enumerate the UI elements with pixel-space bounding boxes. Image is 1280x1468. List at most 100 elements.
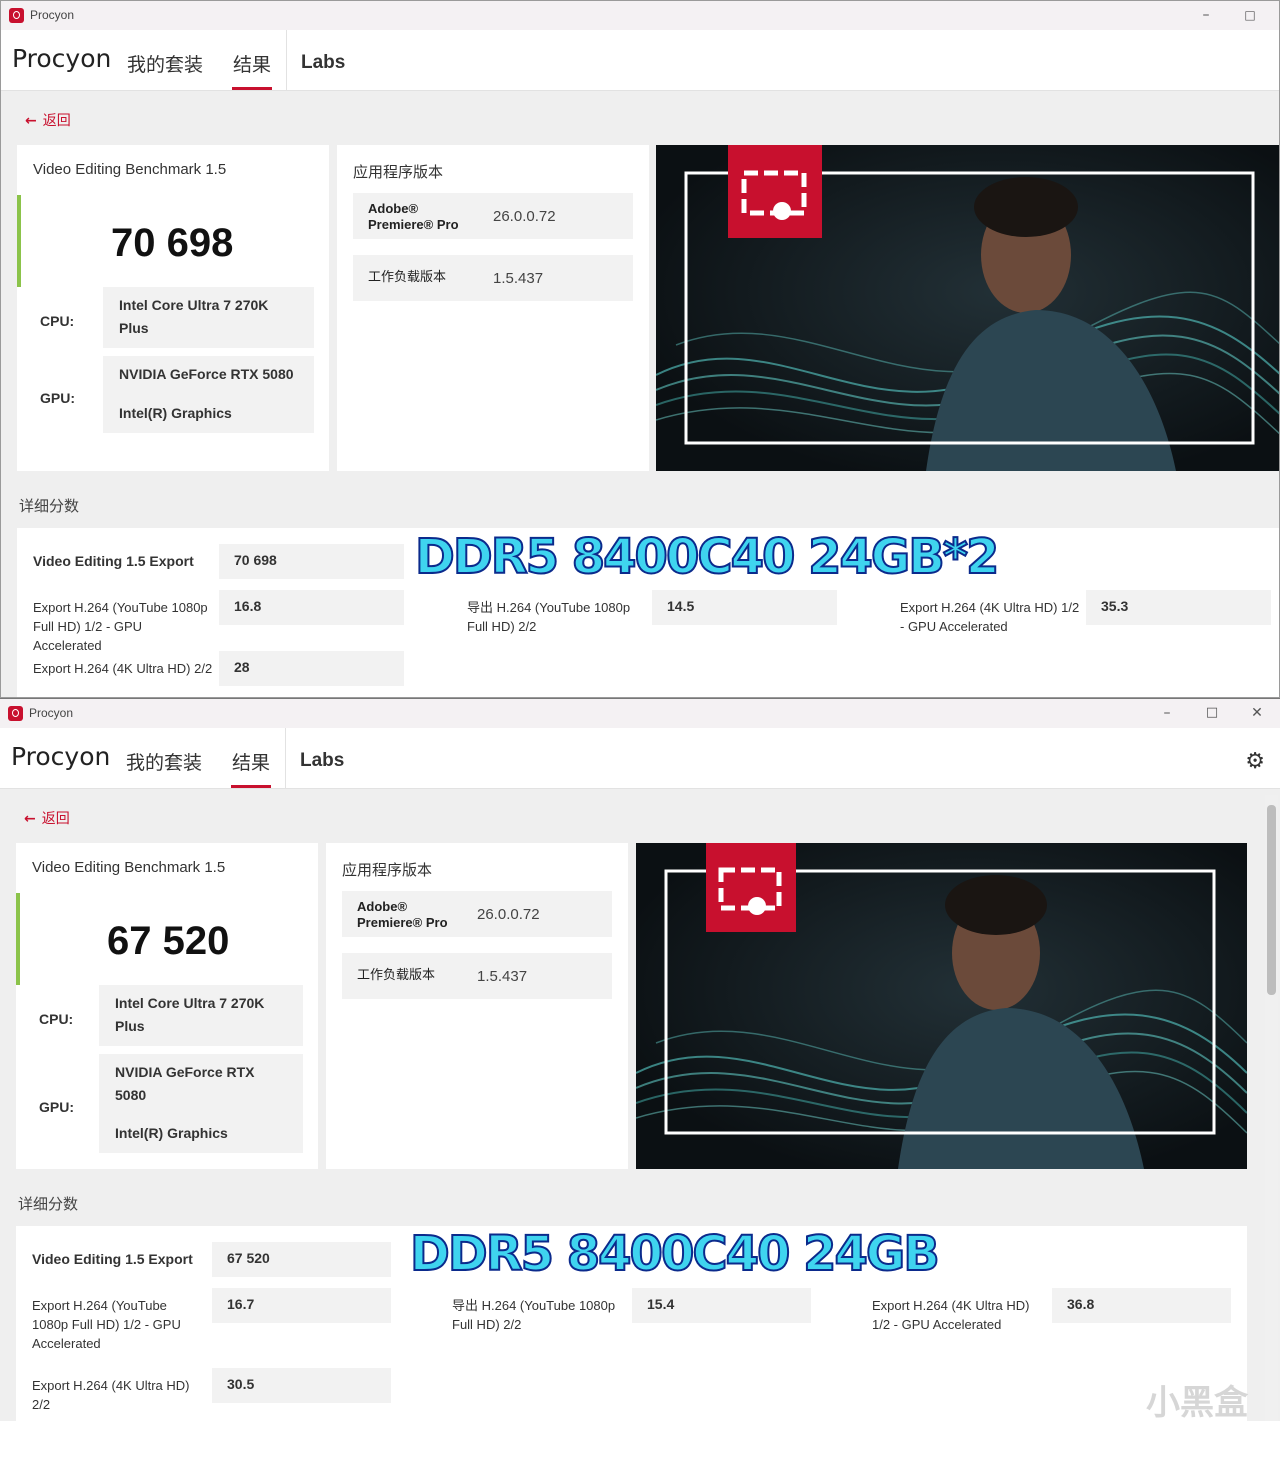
vertical-scrollbar[interactable] <box>1265 795 1278 1421</box>
video-editing-icon <box>706 843 796 932</box>
hero-illustration <box>656 145 1279 471</box>
memory-config-overlay: DDR5 8400C40 24GB*2 <box>414 528 1000 586</box>
scrollbar-thumb[interactable] <box>1267 805 1276 995</box>
app-version-row: Adobe® Premiere® Pro 26.0.0.72 <box>353 193 633 239</box>
procyon-window-2: Procyon – □ ✕ Procyon 我的套装 结果 Labs ⚙ ← 返回… <box>0 698 1280 1421</box>
detail-uhd-gpu-box: 35.3 <box>1086 590 1271 625</box>
detail-yt-gpu-label: Export H.264 (YouTube 1080p Full HD) 1/2… <box>33 600 208 653</box>
detail-yt-gpu-box: 16.7 <box>212 1288 391 1323</box>
workload-label: 工作负载版本 <box>368 270 447 285</box>
site-watermark: 小黑盒 <box>1146 1383 1248 1423</box>
window-title: Procyon <box>29 706 74 720</box>
benchmark-name: Video Editing Benchmark 1.5 <box>33 161 227 178</box>
cpu-name: Intel Core Ultra 7 270K Plus <box>115 995 265 1034</box>
gear-icon[interactable]: ⚙ <box>1245 748 1265 774</box>
app-name-line2: Premiere® Pro <box>357 915 448 930</box>
detail-uhd-22-box: 28 <box>219 651 404 686</box>
cpu-name: Intel Core Ultra 7 270K Plus <box>119 297 269 336</box>
detail-yt-22-label: 导出 H.264 (YouTube 1080p Full HD) 2/2 <box>452 1298 616 1332</box>
hero-image <box>636 843 1247 1169</box>
title-bar: Procyon – □ ✕ <box>0 699 1280 728</box>
tab-results[interactable]: 结果 <box>231 50 273 90</box>
back-link[interactable]: ← 返回 <box>25 110 71 130</box>
app-version-card: 应用程序版本 Adobe® Premiere® Pro 26.0.0.72 工作… <box>326 843 628 1169</box>
detail-uhd-22-value: 28 <box>234 659 250 675</box>
nav-divider <box>285 728 286 789</box>
gpu-name-2: Intel(R) Graphics <box>119 405 232 421</box>
detail-uhd-gpu-label: Export H.264 (4K Ultra HD) 1/2 - GPU Acc… <box>872 1298 1030 1332</box>
detail-yt-22-box: 14.5 <box>652 590 837 625</box>
title-bar: Procyon – □ <box>1 1 1279 30</box>
app-name-line2: Premiere® Pro <box>368 217 459 232</box>
details-title: 详细分数 <box>18 1195 79 1213</box>
back-label: 返回 <box>41 811 70 827</box>
tab-my-suites[interactable]: 我的套装 <box>127 50 203 77</box>
memory-config-overlay: DDR5 8400C40 24GB <box>409 1225 941 1283</box>
back-arrow-icon: ← <box>25 113 37 129</box>
score-card: Video Editing Benchmark 1.5 70 698 CPU: … <box>17 145 329 471</box>
tab-results[interactable]: 结果 <box>230 748 272 788</box>
workload-version-value: 1.5.437 <box>477 968 528 985</box>
app-name-line1: Adobe® <box>368 201 419 216</box>
workload-label: 工作负载版本 <box>357 968 436 983</box>
maximize-icon[interactable]: □ <box>1201 703 1223 723</box>
window-title: Procyon <box>30 8 75 22</box>
app-version-row: Adobe® Premiere® Pro 26.0.0.72 <box>342 891 612 937</box>
app-version-card: 应用程序版本 Adobe® Premiere® Pro 26.0.0.72 工作… <box>337 145 649 471</box>
overall-score: 67 520 <box>107 919 230 963</box>
detail-uhd-22-label: Export H.264 (4K Ultra HD) 2/2 <box>32 1378 190 1412</box>
detail-main-value: 70 698 <box>234 552 277 568</box>
detail-uhd-gpu-value: 36.8 <box>1067 1296 1095 1312</box>
detail-uhd-gpu-box: 36.8 <box>1052 1288 1231 1323</box>
detail-uhd-gpu-value: 35.3 <box>1101 598 1129 614</box>
detail-yt-gpu-label: Export H.264 (YouTube 1080p Full HD) 1/2… <box>32 1298 181 1351</box>
detail-yt-22-label: 导出 H.264 (YouTube 1080p Full HD) 2/2 <box>467 600 631 634</box>
score-card: Video Editing Benchmark 1.5 67 520 CPU: … <box>16 843 318 1169</box>
top-nav: Procyon 我的套装 结果 Labs ⚙ <box>0 728 1280 789</box>
app-version-value: 26.0.0.72 <box>477 906 540 923</box>
gpu-name-2: Intel(R) Graphics <box>115 1125 228 1141</box>
tab-labs[interactable]: Labs <box>301 52 345 74</box>
detail-yt-gpu-value: 16.7 <box>227 1296 255 1312</box>
app-logo-icon <box>8 706 23 721</box>
detail-main-value: 67 520 <box>227 1250 270 1266</box>
hero-illustration <box>636 843 1247 1169</box>
workload-version-row: 工作负载版本 1.5.437 <box>342 953 612 999</box>
detail-main-label: Video Editing 1.5 Export <box>32 1251 193 1267</box>
gpu-name-1: NVIDIA GeForce RTX 5080 <box>119 366 294 382</box>
detail-yt-22-value: 15.4 <box>647 1296 675 1312</box>
gpu-label: GPU: <box>39 1099 74 1115</box>
maximize-icon[interactable]: □ <box>1239 5 1261 25</box>
back-link[interactable]: ← 返回 <box>24 808 70 828</box>
top-nav: Procyon 我的套装 结果 Labs <box>1 30 1279 91</box>
hero-image <box>656 145 1279 471</box>
detail-uhd-22-label: Export H.264 (4K Ultra HD) 2/2 <box>33 661 213 676</box>
detail-yt-gpu-value: 16.8 <box>234 598 262 614</box>
minimize-icon[interactable]: – <box>1156 703 1178 723</box>
minimize-icon[interactable]: – <box>1195 5 1217 25</box>
detail-yt-22-box: 15.4 <box>632 1288 811 1323</box>
score-accent-bar <box>17 195 21 287</box>
overall-score: 70 698 <box>111 221 234 265</box>
gpu-box: NVIDIA GeForce RTX 5080 Intel(R) Graphic… <box>103 356 314 433</box>
procyon-window-1: Procyon – □ Procyon 我的套装 结果 Labs ← 返回 Vid… <box>0 0 1280 698</box>
app-version-title: 应用程序版本 <box>342 861 433 879</box>
tab-labs[interactable]: Labs <box>300 750 344 772</box>
detail-uhd-22-value: 30.5 <box>227 1376 255 1392</box>
detail-main-box: 67 520 <box>212 1242 391 1277</box>
detail-main-box: 70 698 <box>219 544 404 579</box>
benchmark-name: Video Editing Benchmark 1.5 <box>32 859 226 876</box>
close-icon[interactable]: ✕ <box>1246 703 1268 723</box>
gpu-box: NVIDIA GeForce RTX 5080 Intel(R) Graphic… <box>99 1054 303 1153</box>
tab-my-suites[interactable]: 我的套装 <box>126 748 202 775</box>
workload-version-value: 1.5.437 <box>493 270 544 287</box>
score-accent-bar <box>16 893 20 985</box>
nav-divider <box>286 30 287 91</box>
workload-version-row: 工作负载版本 1.5.437 <box>353 255 633 301</box>
detail-yt-gpu-box: 16.8 <box>219 590 404 625</box>
back-arrow-icon: ← <box>24 811 36 827</box>
brand-title: Procyon <box>11 742 111 771</box>
cpu-label: CPU: <box>39 1011 74 1027</box>
brand-title: Procyon <box>12 44 112 73</box>
back-label: 返回 <box>42 113 71 129</box>
